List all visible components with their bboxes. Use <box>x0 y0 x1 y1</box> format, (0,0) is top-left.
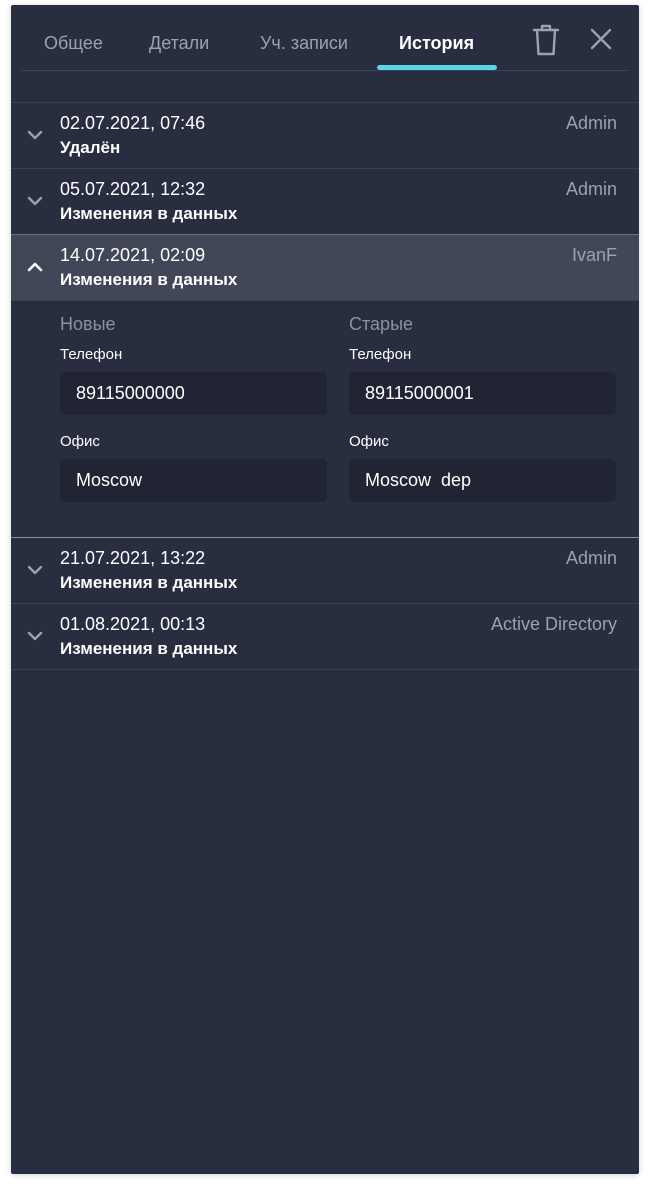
history-row[interactable]: 01.08.2021, 00:13 Изменения в данных Act… <box>11 604 639 670</box>
history-title: Изменения в данных <box>60 573 238 592</box>
field-label-phone: Телефон <box>60 346 123 363</box>
change-details: Новые Старые Телефон Телефон 89115000000… <box>11 301 639 538</box>
new-office-value: Moscow <box>60 459 327 502</box>
tab-details[interactable]: Детали <box>149 33 209 54</box>
tab-accounts[interactable]: Уч. записи <box>260 33 348 54</box>
history-date: 21.07.2021, 13:22 <box>60 548 206 568</box>
tab-divider <box>21 70 629 71</box>
old-office-value: Moscow dep <box>349 459 616 502</box>
history-date: 14.07.2021, 02:09 <box>60 245 206 265</box>
new-values-header: Новые <box>60 314 116 334</box>
history-title: Удалён <box>60 138 121 157</box>
tab-bar: Общее Детали Уч. записи История <box>11 5 639 71</box>
history-user: Admin <box>565 548 617 568</box>
history-user: Admin <box>565 179 617 199</box>
field-label-phone: Телефон <box>349 346 412 363</box>
chevron-down-icon <box>27 196 43 206</box>
history-user: IvanF <box>571 245 617 265</box>
history-date: 02.07.2021, 07:46 <box>60 113 206 133</box>
history-list: 02.07.2021, 07:46 Удалён Admin 05.07.202… <box>11 102 639 670</box>
history-row[interactable]: 21.07.2021, 13:22 Изменения в данных Adm… <box>11 538 639 604</box>
history-date: 05.07.2021, 12:32 <box>60 179 206 199</box>
history-user: Active Directory <box>490 614 617 634</box>
close-icon <box>590 28 612 50</box>
old-values-header: Старые <box>349 314 414 334</box>
history-row[interactable]: 02.07.2021, 07:46 Удалён Admin <box>11 103 639 169</box>
new-phone-value: 89115000000 <box>60 372 327 415</box>
field-label-office: Офис <box>349 433 389 450</box>
history-date: 01.08.2021, 00:13 <box>60 614 206 634</box>
chevron-down-icon <box>27 565 43 575</box>
close-button[interactable] <box>587 25 615 53</box>
history-row[interactable]: 05.07.2021, 12:32 Изменения в данных Adm… <box>11 169 639 235</box>
chevron-up-icon <box>27 262 43 272</box>
history-title: Изменения в данных <box>60 639 238 658</box>
history-panel: Общее Детали Уч. записи История 02.07.20… <box>11 5 639 1174</box>
delete-button[interactable] <box>531 23 561 57</box>
history-row-expanded[interactable]: 14.07.2021, 02:09 Изменения в данных Iva… <box>11 234 639 301</box>
chevron-down-icon <box>27 130 43 140</box>
trash-icon <box>532 24 560 56</box>
field-label-office: Офис <box>60 433 100 450</box>
history-title: Изменения в данных <box>60 270 238 289</box>
old-phone-value: 89115000001 <box>349 372 616 415</box>
tab-history[interactable]: История <box>399 33 474 54</box>
chevron-down-icon <box>27 631 43 641</box>
tab-general[interactable]: Общее <box>44 33 103 54</box>
history-user: Admin <box>565 113 617 133</box>
history-title: Изменения в данных <box>60 204 238 223</box>
